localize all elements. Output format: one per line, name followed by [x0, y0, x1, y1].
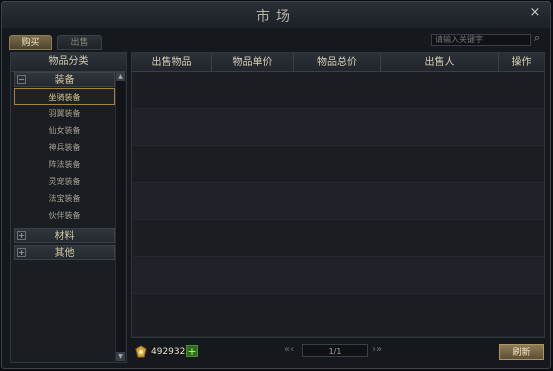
category-scrollbar[interactable]: ▲ ▼ — [115, 72, 125, 361]
previous-page-icon[interactable]: «‹ — [284, 344, 294, 355]
col-action: 操作 — [499, 53, 544, 72]
next-page-icon[interactable]: ›» — [372, 344, 382, 355]
scroll-up-icon[interactable]: ▲ — [116, 72, 125, 81]
listings-table: 出售物品 物品单价 物品总价 出售人 操作 — [131, 52, 545, 338]
gold-coin-icon — [135, 345, 147, 358]
page-indicator: 1/1 — [302, 344, 368, 357]
table-row[interactable] — [133, 257, 544, 294]
col-seller: 出售人 — [381, 53, 499, 72]
collapse-icon[interactable]: − — [17, 75, 26, 84]
market-window: 市场 × 购买 出售 ⌕ 物品分类 − 装备 坐骑装备 羽翼装备 仙女装备 神兵… — [1, 1, 551, 369]
category-other[interactable]: + 其他 — [14, 245, 115, 260]
subcategory-4[interactable]: 阵法装备 — [14, 156, 115, 173]
category-panel: 物品分类 − 装备 坐骑装备 羽翼装备 仙女装备 神兵装备 阵法装备 灵宠装备 … — [10, 52, 127, 363]
subcategory-7[interactable]: 伙伴装备 — [14, 207, 115, 224]
refresh-button[interactable]: 刷新 — [499, 344, 544, 360]
search-icon[interactable]: ⌕ — [534, 32, 546, 44]
col-total-price: 物品总价 — [294, 53, 381, 72]
subcategory-2[interactable]: 仙女装备 — [14, 122, 115, 139]
subcategory-5[interactable]: 灵宠装备 — [14, 173, 115, 190]
table-row[interactable] — [133, 294, 544, 337]
category-material[interactable]: + 材料 — [14, 228, 115, 243]
window-title: 市场 — [256, 9, 296, 25]
add-gold-button[interactable]: + — [186, 345, 198, 357]
subcategory-1[interactable]: 羽翼装备 — [14, 105, 115, 122]
category-other-label: 其他 — [54, 248, 75, 259]
col-item: 出售物品 — [132, 53, 212, 72]
table-row[interactable] — [133, 220, 544, 257]
scroll-down-icon[interactable]: ▼ — [116, 352, 125, 361]
category-equipment[interactable]: − 装备 — [14, 72, 115, 87]
table-row[interactable] — [133, 109, 544, 146]
category-header: 物品分类 — [11, 53, 126, 72]
search-input[interactable] — [431, 34, 531, 46]
tab-sell[interactable]: 出售 — [57, 35, 102, 50]
category-equipment-label: 装备 — [54, 75, 75, 86]
gold-amount: 492932 — [151, 347, 186, 357]
table-row[interactable] — [133, 72, 544, 109]
expand-icon[interactable]: + — [17, 231, 26, 240]
close-icon[interactable]: × — [528, 6, 542, 20]
subcategory-6[interactable]: 法宝装备 — [14, 190, 115, 207]
subcategory-0[interactable]: 坐骑装备 — [14, 88, 115, 105]
table-row[interactable] — [133, 146, 544, 183]
col-unit-price: 物品单价 — [212, 53, 294, 72]
expand-icon[interactable]: + — [17, 248, 26, 257]
table-row[interactable] — [133, 183, 544, 220]
subcategory-3[interactable]: 神兵装备 — [14, 139, 115, 156]
category-material-label: 材料 — [54, 231, 75, 242]
tab-buy[interactable]: 购买 — [9, 35, 52, 50]
